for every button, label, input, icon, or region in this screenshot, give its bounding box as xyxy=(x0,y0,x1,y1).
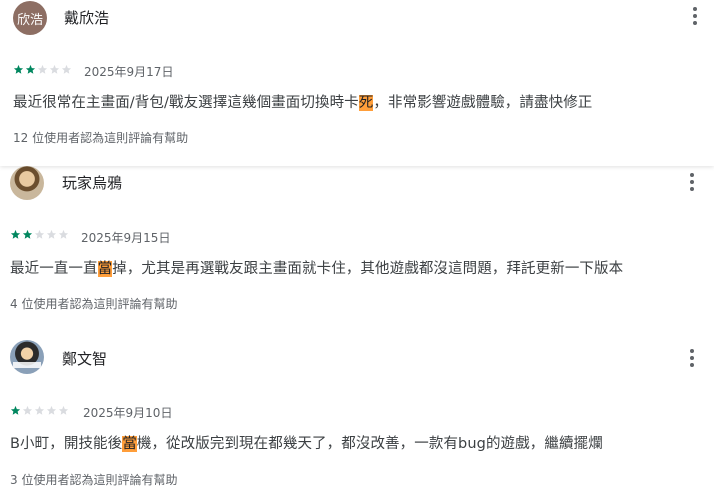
review-card: 鄭文智 2025年9月10日 B小町，開技能後當機，從改版完到現在都幾天了，都沒… xyxy=(0,336,714,502)
star-filled-icon xyxy=(10,229,21,240)
star-empty-icon xyxy=(61,64,72,75)
helpful-count: 4 位使用者認為這則評論有幫助 xyxy=(10,297,178,311)
star-filled-icon xyxy=(10,405,21,416)
more-vert-icon xyxy=(690,349,694,353)
star-empty-icon xyxy=(37,64,48,75)
star-filled-icon xyxy=(25,64,36,75)
star-empty-icon xyxy=(46,405,57,416)
reviewer-name: 戴欣浩 xyxy=(64,9,110,27)
review-card: 玩家烏鴉 2025年9月15日 最近一直一直當掉，尤其是再選戰友跟主畫面就卡住，… xyxy=(0,166,714,336)
reviewer-name: 玩家烏鴉 xyxy=(62,174,123,192)
more-vert-icon xyxy=(690,173,694,177)
search-highlight: 死 xyxy=(358,95,374,111)
star-empty-icon xyxy=(58,405,69,416)
review-text-after: 掉，尤其是再選戰友跟主畫面就卡住，其他遊戲都沒這問題，拜託更新一下版本 xyxy=(112,261,624,277)
star-empty-icon xyxy=(49,64,60,75)
star-filled-icon xyxy=(13,64,24,75)
helpful-count: 3 位使用者認為這則評論有幫助 xyxy=(10,473,178,487)
star-rating xyxy=(13,64,72,75)
reviewer-name: 鄭文智 xyxy=(62,350,108,368)
more-options-button[interactable] xyxy=(682,170,702,194)
star-empty-icon xyxy=(58,229,69,240)
review-text-before: 最近很常在主畫面/背包/戰友選擇這幾個畫面切換時卡 xyxy=(13,95,359,111)
review-date: 2025年9月15日 xyxy=(81,231,171,245)
star-empty-icon xyxy=(46,229,57,240)
avatar: 欣浩 xyxy=(13,1,47,35)
star-rating xyxy=(10,229,69,240)
star-empty-icon xyxy=(22,405,33,416)
review-text: B小町，開技能後當機，從改版完到現在都幾天了，都沒改善，一款有bug的遊戲，繼續… xyxy=(10,432,603,453)
more-vert-icon xyxy=(693,7,697,11)
avatar xyxy=(10,340,44,374)
review-text-after: ，非常影響遊戲體驗，請盡快修正 xyxy=(373,95,593,111)
helpful-count: 12 位使用者認為這則評論有幫助 xyxy=(13,131,189,145)
avatar-initials: 欣浩 xyxy=(16,12,43,28)
review-date: 2025年9月17日 xyxy=(84,65,174,79)
star-empty-icon xyxy=(34,229,45,240)
review-text: 最近一直一直當掉，尤其是再選戰友跟主畫面就卡住，其他遊戲都沒這問題，拜託更新一下… xyxy=(10,257,623,278)
review-text: 最近很常在主畫面/背包/戰友選擇這幾個畫面切換時卡死，非常影響遊戲體驗，請盡快修… xyxy=(13,91,592,112)
star-empty-icon xyxy=(34,405,45,416)
search-highlight: 當 xyxy=(97,261,113,277)
star-rating xyxy=(10,405,69,416)
more-options-button[interactable] xyxy=(685,4,705,28)
more-options-button[interactable] xyxy=(682,346,702,370)
review-date: 2025年9月10日 xyxy=(83,406,173,420)
avatar-overlay xyxy=(13,362,41,368)
review-text-before: 最近一直一直 xyxy=(10,261,98,277)
star-filled-icon xyxy=(22,229,33,240)
avatar xyxy=(10,166,44,200)
review-card: 欣浩 戴欣浩 2025年9月17日 最近很常在主畫面/背包/戰友選擇這幾個畫面切… xyxy=(0,0,714,166)
review-text-after: 機，從改版完到現在都幾天了，都沒改善，一款有bug的遊戲，繼續擺爛 xyxy=(136,436,603,452)
review-text-before: B小町，開技能後 xyxy=(10,436,123,452)
search-highlight: 當 xyxy=(122,436,137,452)
